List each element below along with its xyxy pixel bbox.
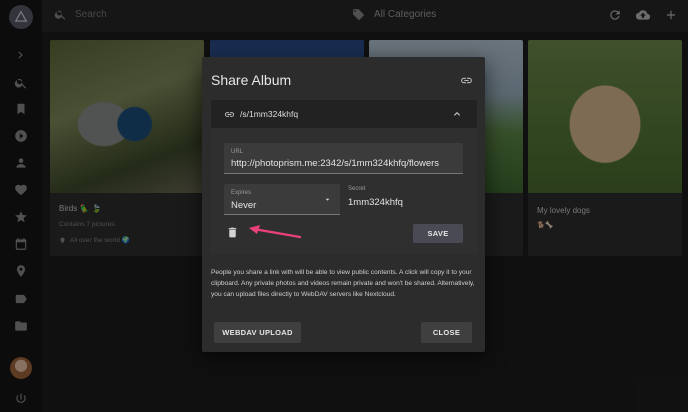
add-link-icon[interactable]: [460, 74, 473, 92]
chevron-up-icon[interactable]: [451, 108, 463, 120]
secret-value[interactable]: 1mm324khfq: [348, 197, 403, 208]
webdav-upload-button[interactable]: WEBDAV UPLOAD: [214, 322, 301, 343]
pointer-arrow-icon: [249, 225, 302, 239]
dropdown-arrow-icon: [325, 198, 330, 201]
save-button[interactable]: SAVE: [413, 224, 463, 243]
share-link-panel-header[interactable]: /s/1mm324khfq: [211, 100, 477, 128]
dialog-title: Share Album: [211, 72, 292, 88]
expires-value: Never: [231, 200, 257, 211]
share-album-dialog: Share Album /s/1mm324khfq URL http://pho…: [202, 57, 485, 352]
delete-icon[interactable]: [226, 226, 240, 240]
close-button[interactable]: CLOSE: [421, 322, 472, 343]
share-info-text: People you share a link with will be abl…: [211, 269, 475, 298]
app-root: Search All Categories Birds 🦜 🍃 Contains…: [0, 0, 688, 412]
url-value[interactable]: http://photoprism.me:2342/s/1mm324khfq/f…: [231, 158, 439, 169]
expires-label: Expires: [231, 190, 252, 196]
secret-label: Secret: [348, 186, 366, 192]
link-icon: [224, 111, 235, 117]
share-link-path: /s/1mm324khfq: [240, 109, 299, 119]
url-field[interactable]: URL http://photoprism.me:2342/s/1mm324kh…: [224, 143, 463, 174]
url-label: URL: [231, 149, 244, 155]
expires-select[interactable]: Expires Never: [224, 184, 340, 215]
secret-field[interactable]: Secret 1mm324khfq: [348, 184, 463, 215]
